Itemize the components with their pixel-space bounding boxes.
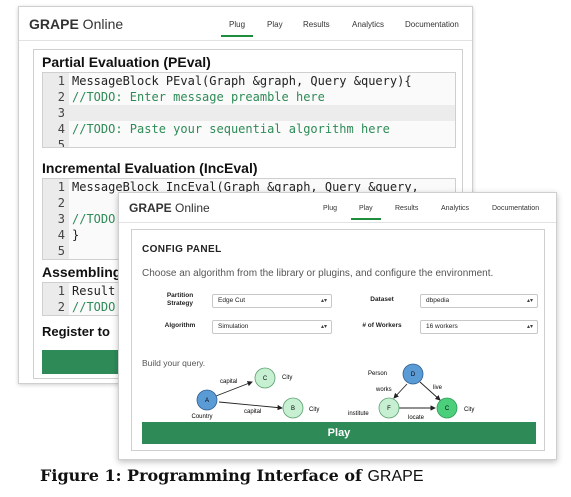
workers-label: # of Workers	[362, 322, 402, 329]
top-navbar: GRAPE Online Plug Play Results Analytics…	[119, 193, 556, 223]
figure-caption: Figure 1: Programming Interface of GRAPE	[40, 466, 424, 485]
node-d-id: D	[411, 372, 416, 378]
code-line[interactable]	[69, 106, 72, 120]
code-line[interactable]: }	[69, 228, 79, 242]
node-c-label: City	[282, 375, 292, 381]
node-d-label: Person	[368, 371, 387, 377]
updown-icon: ▴▾	[320, 324, 327, 330]
top-navbar: GRAPE Online Plug Play Results Analytics…	[19, 7, 472, 41]
app-brand[interactable]: GRAPE Online	[129, 201, 210, 215]
node-c2-id: C	[445, 406, 450, 412]
play-button[interactable]: Play	[142, 422, 536, 444]
updown-icon: ▴▾	[526, 298, 533, 304]
line-number: 3	[43, 211, 69, 227]
tab-play[interactable]: Play	[351, 205, 381, 220]
line-number: 5	[43, 137, 69, 147]
updown-icon: ▴▾	[320, 298, 327, 304]
line-number: 2	[43, 195, 69, 211]
line-number: 1	[43, 73, 69, 89]
edge-label: live	[433, 385, 443, 391]
tab-analytics[interactable]: Analytics	[352, 20, 384, 29]
tab-results[interactable]: Results	[303, 20, 330, 29]
line-number: 3	[43, 105, 69, 121]
register-label: Register to	[42, 324, 110, 339]
edge-label: works	[375, 387, 392, 393]
dataset-value: dbpedia	[426, 297, 450, 304]
query-graph-canvas[interactable]: capital capital A Country C City B City …	[132, 350, 546, 422]
code-line[interactable]: //TODO: Paste your sequential algorithm …	[69, 122, 390, 136]
edge-capital-2	[218, 401, 283, 411]
node-f-label: institute	[348, 411, 369, 417]
panel-title: CONFIG PANEL	[142, 244, 222, 255]
algorithm-label: Algorithm	[164, 322, 196, 329]
updown-icon: ▴▾	[526, 324, 533, 330]
algorithm-value: Simulation	[218, 323, 249, 330]
line-number: 2	[43, 299, 69, 315]
line-number: 1	[43, 283, 69, 299]
tab-documentation[interactable]: Documentation	[405, 20, 459, 29]
line-number: 1	[43, 179, 69, 195]
partition-value: Edge Cut	[218, 297, 246, 304]
code-line[interactable]	[69, 138, 72, 147]
node-b-id: B	[291, 406, 295, 412]
tab-results[interactable]: Results	[395, 205, 418, 212]
partition-select[interactable]: Edge Cut ▴▾	[212, 294, 332, 308]
config-panel: CONFIG PANEL Choose an algorithm from th…	[131, 229, 545, 451]
workers-select[interactable]: 16 workers ▴▾	[420, 320, 538, 334]
assemble-title: Assembling	[42, 264, 122, 280]
peval-title: Partial Evaluation (PEval)	[42, 54, 211, 70]
play-window: GRAPE Online Plug Play Results Analytics…	[118, 192, 557, 460]
code-line[interactable]	[69, 244, 72, 258]
edge-works	[393, 383, 408, 399]
edge-label: capital	[244, 409, 261, 415]
line-number: 4	[43, 121, 69, 137]
tab-analytics[interactable]: Analytics	[441, 205, 469, 212]
app-brand[interactable]: GRAPE Online	[29, 16, 123, 32]
line-number: 4	[43, 227, 69, 243]
inceval-title: Incremental Evaluation (IncEval)	[42, 160, 258, 176]
algorithm-select[interactable]: Simulation ▴▾	[212, 320, 332, 334]
line-number: 2	[43, 89, 69, 105]
code-line[interactable]: //TODO:	[69, 212, 123, 226]
code-line[interactable]: //TODO:	[69, 300, 123, 314]
tab-play[interactable]: Play	[267, 20, 283, 29]
dataset-label: Dataset	[370, 296, 394, 303]
edge-label: locate	[408, 415, 425, 421]
partition-label: Partition Strategy	[166, 292, 194, 307]
edge-label: capital	[220, 379, 237, 385]
tab-plug[interactable]: Plug	[220, 20, 254, 37]
tab-plug[interactable]: Plug	[323, 205, 337, 212]
code-line[interactable]	[69, 196, 72, 210]
panel-description: Choose an algorithm from the library or …	[142, 268, 494, 279]
node-c2-label: City	[464, 407, 474, 413]
node-a-label: Country	[191, 414, 212, 420]
node-b-label: City	[309, 407, 319, 413]
code-line[interactable]: MessageBlock PEval(Graph &graph, Query &…	[69, 74, 412, 88]
workers-value: 16 workers	[426, 323, 458, 330]
node-a-id: A	[205, 398, 209, 404]
code-line[interactable]: //TODO: Enter message preamble here	[69, 90, 325, 104]
tab-documentation[interactable]: Documentation	[492, 205, 539, 212]
line-number: 5	[43, 243, 69, 259]
dataset-select[interactable]: dbpedia ▴▾	[420, 294, 538, 308]
node-f-id: F	[387, 406, 391, 412]
peval-editor[interactable]: 1 MessageBlock PEval(Graph &graph, Query …	[42, 72, 456, 148]
node-c-id: C	[263, 376, 268, 382]
